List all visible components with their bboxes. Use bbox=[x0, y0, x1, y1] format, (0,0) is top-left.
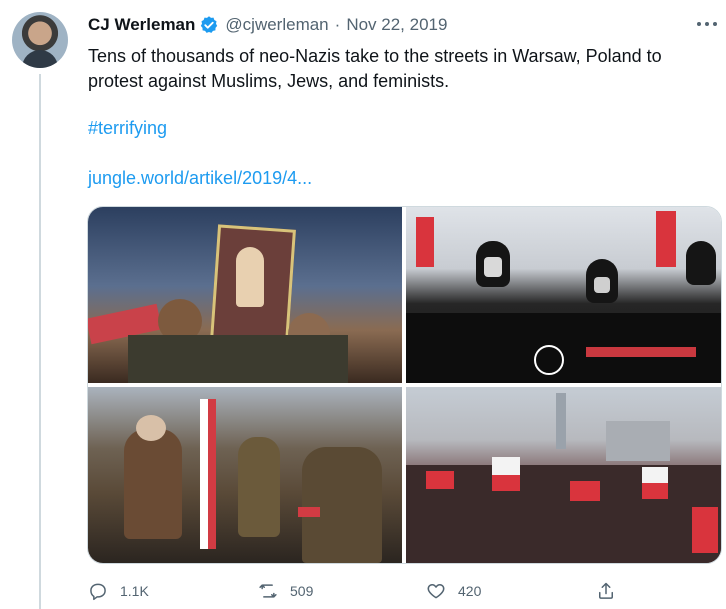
retweet-icon bbox=[259, 584, 277, 598]
like-button[interactable]: 420 bbox=[426, 576, 481, 606]
photo-crowd-with-flags[interactable] bbox=[406, 387, 721, 563]
more-options-icon[interactable] bbox=[696, 14, 720, 34]
photo-rally-painting[interactable] bbox=[88, 207, 402, 383]
article-link[interactable]: jungle.world/artikel/2019/4... bbox=[88, 168, 312, 189]
avatar[interactable] bbox=[12, 12, 68, 68]
share-icon bbox=[599, 582, 613, 599]
retweet-count: 509 bbox=[290, 583, 314, 599]
avatar-shirt bbox=[22, 50, 58, 68]
tweet-date[interactable]: Nov 22, 2019 bbox=[346, 15, 447, 35]
tweet-text: Tens of thousands of neo-Nazis take to t… bbox=[88, 46, 662, 91]
heart-icon bbox=[427, 584, 445, 599]
display-name[interactable]: CJ Werleman bbox=[88, 15, 195, 35]
photo-masked-marchers[interactable] bbox=[406, 207, 721, 383]
verified-badge-icon bbox=[201, 16, 218, 33]
retweet-button[interactable]: 509 bbox=[258, 576, 313, 606]
share-button[interactable] bbox=[596, 576, 628, 606]
tweet-header: CJ Werleman @cjwerleman · Nov 22, 2019 bbox=[88, 14, 447, 36]
photo-uniformed-marchers[interactable] bbox=[88, 387, 402, 563]
tweet-actions: 1.1K 509 420 bbox=[88, 576, 718, 606]
tweet[interactable]: CJ Werleman @cjwerleman · Nov 22, 2019 T… bbox=[0, 0, 726, 609]
reply-icon bbox=[90, 583, 106, 601]
reply-button[interactable]: 1.1K bbox=[88, 576, 149, 606]
media-grid bbox=[87, 206, 722, 564]
hashtag-link[interactable]: #terrifying bbox=[88, 118, 167, 139]
reply-count: 1.1K bbox=[120, 583, 149, 599]
thread-line bbox=[39, 74, 41, 609]
handle[interactable]: @cjwerleman bbox=[225, 15, 328, 35]
separator-dot: · bbox=[334, 15, 341, 34]
like-count: 420 bbox=[458, 583, 482, 599]
